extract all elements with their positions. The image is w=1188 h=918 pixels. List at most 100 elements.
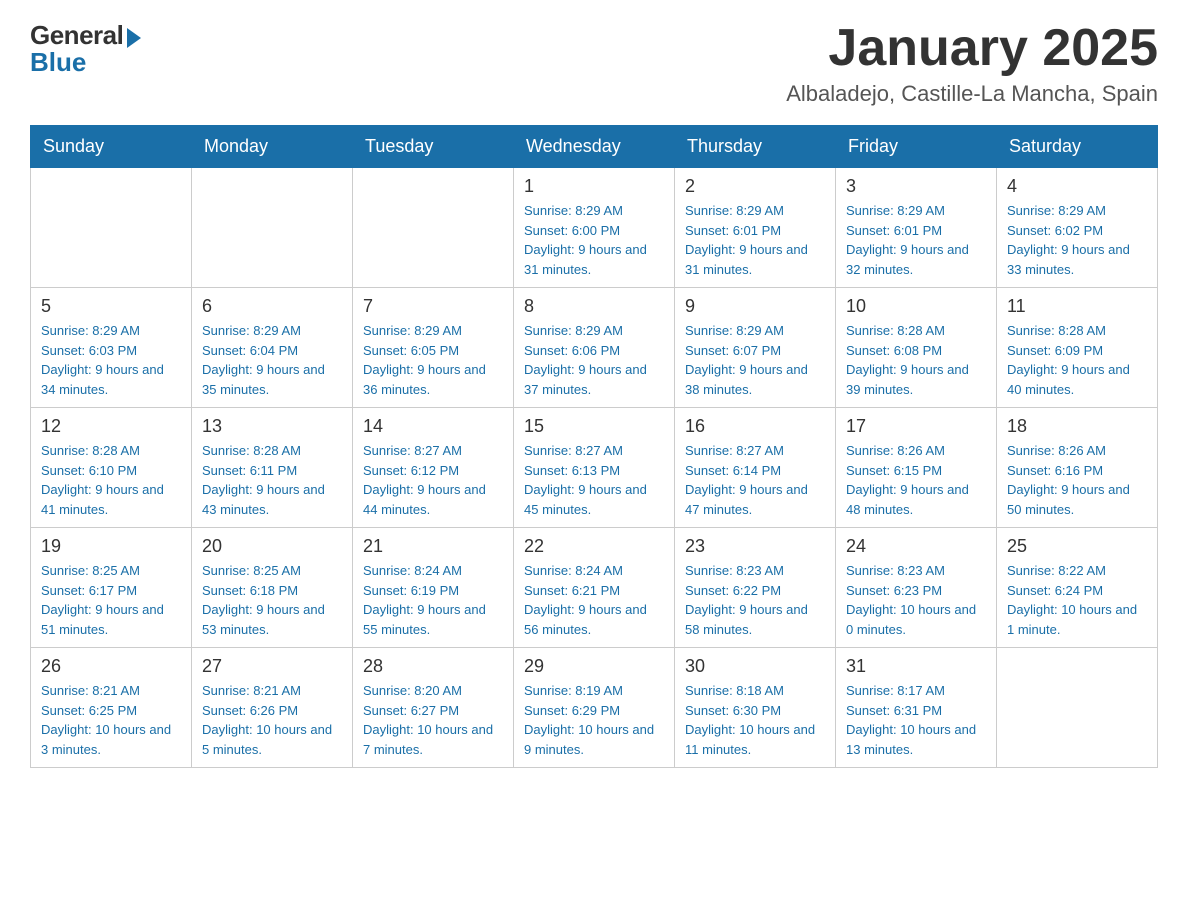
calendar-cell: 15 Sunrise: 8:27 AM Sunset: 6:13 PM Dayli… bbox=[514, 408, 675, 528]
day-number: 15 bbox=[524, 416, 664, 437]
calendar-cell: 12 Sunrise: 8:28 AM Sunset: 6:10 PM Dayli… bbox=[31, 408, 192, 528]
day-info: Sunrise: 8:23 AM Sunset: 6:23 PM Dayligh… bbox=[846, 561, 986, 639]
calendar-cell: 19 Sunrise: 8:25 AM Sunset: 6:17 PM Dayli… bbox=[31, 528, 192, 648]
day-number: 8 bbox=[524, 296, 664, 317]
day-info: Sunrise: 8:24 AM Sunset: 6:19 PM Dayligh… bbox=[363, 561, 503, 639]
calendar-cell: 31 Sunrise: 8:17 AM Sunset: 6:31 PM Dayli… bbox=[836, 648, 997, 768]
weekday-header-monday: Monday bbox=[192, 126, 353, 168]
day-info: Sunrise: 8:27 AM Sunset: 6:13 PM Dayligh… bbox=[524, 441, 664, 519]
calendar-cell: 3Sunrise: 8:29 AM Sunset: 6:01 PM Daylig… bbox=[836, 168, 997, 288]
weekday-header-sunday: Sunday bbox=[31, 126, 192, 168]
day-info: Sunrise: 8:29 AM Sunset: 6:05 PM Dayligh… bbox=[363, 321, 503, 399]
day-info: Sunrise: 8:21 AM Sunset: 6:25 PM Dayligh… bbox=[41, 681, 181, 759]
logo-arrow-icon bbox=[127, 28, 141, 48]
day-number: 25 bbox=[1007, 536, 1147, 557]
calendar-cell: 6 Sunrise: 8:29 AM Sunset: 6:04 PM Daylig… bbox=[192, 288, 353, 408]
day-number: 13 bbox=[202, 416, 342, 437]
calendar-table: SundayMondayTuesdayWednesdayThursdayFrid… bbox=[30, 125, 1158, 768]
day-info: Sunrise: 8:17 AM Sunset: 6:31 PM Dayligh… bbox=[846, 681, 986, 759]
calendar-cell: 26 Sunrise: 8:21 AM Sunset: 6:25 PM Dayli… bbox=[31, 648, 192, 768]
day-info: Sunrise: 8:22 AM Sunset: 6:24 PM Dayligh… bbox=[1007, 561, 1147, 639]
day-info: Sunrise: 8:27 AM Sunset: 6:12 PM Dayligh… bbox=[363, 441, 503, 519]
calendar-cell bbox=[192, 168, 353, 288]
calendar-cell: 5 Sunrise: 8:29 AM Sunset: 6:03 PM Daylig… bbox=[31, 288, 192, 408]
calendar-cell: 20 Sunrise: 8:25 AM Sunset: 6:18 PM Dayli… bbox=[192, 528, 353, 648]
day-info: Sunrise: 8:28 AM Sunset: 6:09 PM Dayligh… bbox=[1007, 321, 1147, 399]
calendar-cell: 11Sunrise: 8:28 AM Sunset: 6:09 PM Dayli… bbox=[997, 288, 1158, 408]
day-info: Sunrise: 8:29 AM Sunset: 6:04 PM Dayligh… bbox=[202, 321, 342, 399]
calendar-cell bbox=[353, 168, 514, 288]
calendar-cell: 13Sunrise: 8:28 AM Sunset: 6:11 PM Dayli… bbox=[192, 408, 353, 528]
day-number: 19 bbox=[41, 536, 181, 557]
day-number: 26 bbox=[41, 656, 181, 677]
day-number: 9 bbox=[685, 296, 825, 317]
day-info: Sunrise: 8:25 AM Sunset: 6:18 PM Dayligh… bbox=[202, 561, 342, 639]
weekday-header-tuesday: Tuesday bbox=[353, 126, 514, 168]
day-number: 18 bbox=[1007, 416, 1147, 437]
day-info: Sunrise: 8:24 AM Sunset: 6:21 PM Dayligh… bbox=[524, 561, 664, 639]
calendar-cell: 18 Sunrise: 8:26 AM Sunset: 6:16 PM Dayli… bbox=[997, 408, 1158, 528]
calendar-cell: 30 Sunrise: 8:18 AM Sunset: 6:30 PM Dayli… bbox=[675, 648, 836, 768]
day-number: 24 bbox=[846, 536, 986, 557]
day-number: 22 bbox=[524, 536, 664, 557]
calendar-cell bbox=[31, 168, 192, 288]
day-number: 6 bbox=[202, 296, 342, 317]
logo: General Blue bbox=[30, 20, 141, 78]
calendar-cell: 8 Sunrise: 8:29 AM Sunset: 6:06 PM Daylig… bbox=[514, 288, 675, 408]
calendar-cell: 10Sunrise: 8:28 AM Sunset: 6:08 PM Dayli… bbox=[836, 288, 997, 408]
day-info: Sunrise: 8:26 AM Sunset: 6:15 PM Dayligh… bbox=[846, 441, 986, 519]
day-info: Sunrise: 8:25 AM Sunset: 6:17 PM Dayligh… bbox=[41, 561, 181, 639]
page-header: General Blue January 2025 Albaladejo, Ca… bbox=[30, 20, 1158, 107]
calendar-header-row: SundayMondayTuesdayWednesdayThursdayFrid… bbox=[31, 126, 1158, 168]
day-number: 27 bbox=[202, 656, 342, 677]
calendar-cell: 28Sunrise: 8:20 AM Sunset: 6:27 PM Dayli… bbox=[353, 648, 514, 768]
day-number: 1 bbox=[524, 176, 664, 197]
day-info: Sunrise: 8:19 AM Sunset: 6:29 PM Dayligh… bbox=[524, 681, 664, 759]
calendar-cell: 14 Sunrise: 8:27 AM Sunset: 6:12 PM Dayli… bbox=[353, 408, 514, 528]
calendar-week-1: 1 Sunrise: 8:29 AM Sunset: 6:00 PM Daylig… bbox=[31, 168, 1158, 288]
day-info: Sunrise: 8:18 AM Sunset: 6:30 PM Dayligh… bbox=[685, 681, 825, 759]
day-number: 21 bbox=[363, 536, 503, 557]
day-number: 20 bbox=[202, 536, 342, 557]
calendar-cell: 17 Sunrise: 8:26 AM Sunset: 6:15 PM Dayli… bbox=[836, 408, 997, 528]
day-info: Sunrise: 8:28 AM Sunset: 6:10 PM Dayligh… bbox=[41, 441, 181, 519]
day-number: 23 bbox=[685, 536, 825, 557]
logo-blue-text: Blue bbox=[30, 47, 86, 78]
weekday-header-thursday: Thursday bbox=[675, 126, 836, 168]
day-number: 5 bbox=[41, 296, 181, 317]
day-info: Sunrise: 8:29 AM Sunset: 6:06 PM Dayligh… bbox=[524, 321, 664, 399]
day-number: 17 bbox=[846, 416, 986, 437]
calendar-cell: 24 Sunrise: 8:23 AM Sunset: 6:23 PM Dayli… bbox=[836, 528, 997, 648]
day-info: Sunrise: 8:29 AM Sunset: 6:01 PM Dayligh… bbox=[846, 201, 986, 279]
day-info: Sunrise: 8:26 AM Sunset: 6:16 PM Dayligh… bbox=[1007, 441, 1147, 519]
day-number: 12 bbox=[41, 416, 181, 437]
day-info: Sunrise: 8:23 AM Sunset: 6:22 PM Dayligh… bbox=[685, 561, 825, 639]
day-number: 14 bbox=[363, 416, 503, 437]
day-number: 7 bbox=[363, 296, 503, 317]
calendar-cell: 4 Sunrise: 8:29 AM Sunset: 6:02 PM Daylig… bbox=[997, 168, 1158, 288]
day-number: 16 bbox=[685, 416, 825, 437]
calendar-cell: 7 Sunrise: 8:29 AM Sunset: 6:05 PM Daylig… bbox=[353, 288, 514, 408]
calendar-week-5: 26 Sunrise: 8:21 AM Sunset: 6:25 PM Dayli… bbox=[31, 648, 1158, 768]
day-number: 30 bbox=[685, 656, 825, 677]
day-number: 31 bbox=[846, 656, 986, 677]
day-info: Sunrise: 8:29 AM Sunset: 6:03 PM Dayligh… bbox=[41, 321, 181, 399]
calendar-cell: 21 Sunrise: 8:24 AM Sunset: 6:19 PM Dayli… bbox=[353, 528, 514, 648]
calendar-cell: 25 Sunrise: 8:22 AM Sunset: 6:24 PM Dayli… bbox=[997, 528, 1158, 648]
weekday-header-wednesday: Wednesday bbox=[514, 126, 675, 168]
day-info: Sunrise: 8:27 AM Sunset: 6:14 PM Dayligh… bbox=[685, 441, 825, 519]
month-title: January 2025 bbox=[786, 20, 1158, 77]
calendar-cell: 16 Sunrise: 8:27 AM Sunset: 6:14 PM Dayli… bbox=[675, 408, 836, 528]
calendar-week-3: 12 Sunrise: 8:28 AM Sunset: 6:10 PM Dayli… bbox=[31, 408, 1158, 528]
calendar-cell: 29Sunrise: 8:19 AM Sunset: 6:29 PM Dayli… bbox=[514, 648, 675, 768]
day-info: Sunrise: 8:29 AM Sunset: 6:02 PM Dayligh… bbox=[1007, 201, 1147, 279]
calendar-cell: 22 Sunrise: 8:24 AM Sunset: 6:21 PM Dayli… bbox=[514, 528, 675, 648]
calendar-cell bbox=[997, 648, 1158, 768]
day-number: 4 bbox=[1007, 176, 1147, 197]
day-info: Sunrise: 8:29 AM Sunset: 6:00 PM Dayligh… bbox=[524, 201, 664, 279]
day-info: Sunrise: 8:21 AM Sunset: 6:26 PM Dayligh… bbox=[202, 681, 342, 759]
calendar-week-4: 19 Sunrise: 8:25 AM Sunset: 6:17 PM Dayli… bbox=[31, 528, 1158, 648]
day-number: 2 bbox=[685, 176, 825, 197]
weekday-header-friday: Friday bbox=[836, 126, 997, 168]
day-number: 10 bbox=[846, 296, 986, 317]
